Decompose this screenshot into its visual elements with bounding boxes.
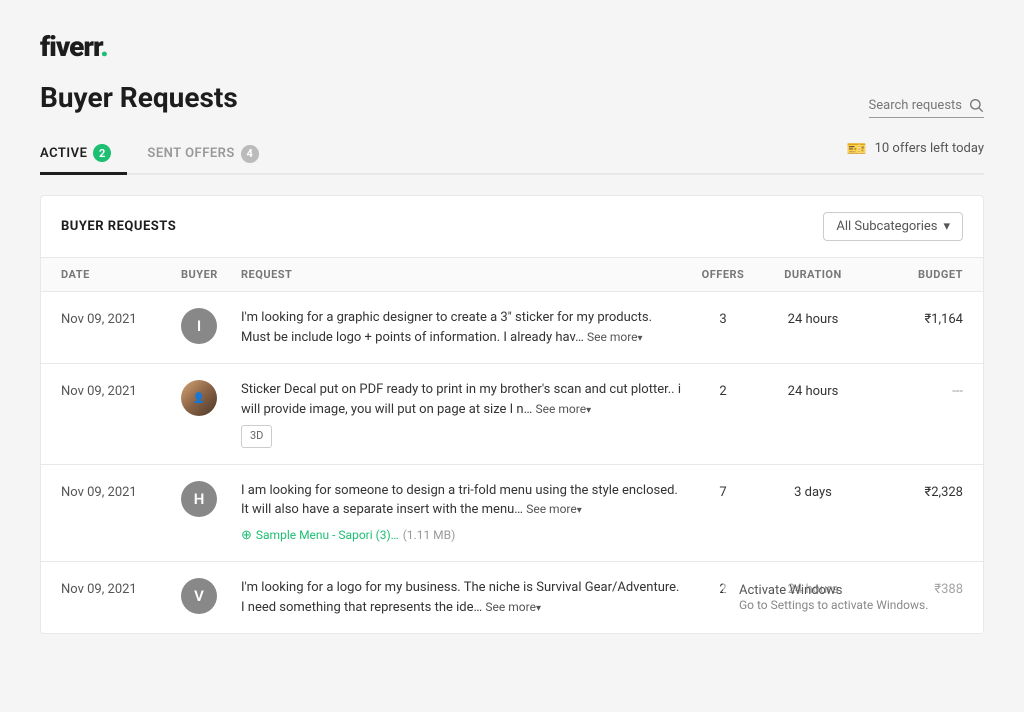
tab-sent-offers[interactable]: SENT OFFERS 4 (147, 135, 274, 175)
row3-request: I am looking for someone to design a tri… (241, 481, 683, 546)
offers-icon: 🎫 (847, 139, 867, 158)
row4-buyer-avatar: V (181, 578, 241, 614)
row4-duration: 24 hours (763, 578, 863, 597)
row1-buyer-avatar: I (181, 308, 241, 344)
row3-duration: 3 days (763, 481, 863, 500)
card-title: BUYER REQUESTS (61, 219, 176, 234)
row1-see-more[interactable]: See more▾ (587, 330, 643, 344)
row1-offers: 3 (683, 308, 763, 327)
row2-tag: 3D (241, 425, 272, 448)
windows-activate-overlay: Activate Windows Go to Settings to activ… (723, 562, 983, 633)
col-request: REQUEST (241, 268, 683, 281)
page-title: Buyer Requests (40, 81, 238, 114)
offers-left-container: 🎫 10 offers left today (847, 139, 984, 168)
row4-budget: ₹388 (863, 578, 963, 597)
row2-budget: --- (863, 380, 963, 399)
row2-see-more[interactable]: See more▾ (536, 402, 592, 416)
main-card: BUYER REQUESTS All Subcategories ▾ DATE … (40, 195, 984, 634)
row4-see-more[interactable]: See more▾ (485, 600, 541, 614)
row1-request: I'm looking for a graphic designer to cr… (241, 308, 683, 347)
col-buyer: BUYER (181, 268, 241, 281)
attachment-icon: ⊕ (241, 526, 252, 546)
row1-duration: 24 hours (763, 308, 863, 327)
tabs-row: ACTIVE 2 SENT OFFERS 4 🎫 10 offers left … (40, 134, 984, 175)
logo-dot: . (100, 30, 107, 63)
row2-request: Sticker Decal put on PDF ready to print … (241, 380, 683, 448)
table-row: Nov 09, 2021 V I'm looking for a logo fo… (41, 562, 983, 633)
chevron-down-icon: ▾ (943, 219, 950, 234)
logo-text: fiverr (40, 30, 100, 63)
table-row: Nov 09, 2021 H I am looking for someone … (41, 465, 983, 563)
row4-date: Nov 09, 2021 (61, 578, 181, 597)
table-header: DATE BUYER REQUEST OFFERS DURATION BUDGE… (41, 258, 983, 292)
offers-left-text: 10 offers left today (875, 141, 984, 156)
avatar: H (181, 481, 217, 517)
search-icon (968, 97, 984, 113)
col-duration: DURATION (763, 268, 863, 281)
row1-budget: ₹1,164 (863, 308, 963, 327)
windows-activate-subtitle: Go to Settings to activate Windows. (739, 598, 967, 612)
subcategory-label: All Subcategories (836, 219, 937, 234)
tab-sent-offers-label: SENT OFFERS (147, 146, 234, 161)
search-box[interactable]: Search requests (869, 97, 984, 118)
row2-offers: 2 (683, 380, 763, 399)
row3-offers: 7 (683, 481, 763, 500)
row2-date: Nov 09, 2021 (61, 380, 181, 399)
avatar: V (181, 578, 217, 614)
col-offers: OFFERS (683, 268, 763, 281)
row3-budget: ₹2,328 (863, 481, 963, 500)
row4-request: I'm looking for a logo for my business. … (241, 578, 683, 617)
logo: fiverr. (40, 30, 984, 63)
tab-active-label: ACTIVE (40, 146, 87, 161)
tab-active[interactable]: ACTIVE 2 (40, 134, 127, 175)
row2-buyer-avatar: 👤 (181, 380, 241, 416)
avatar: I (181, 308, 217, 344)
tab-sent-offers-badge: 4 (241, 145, 259, 163)
row3-see-more[interactable]: See more▾ (526, 502, 582, 516)
col-budget: BUDGET (863, 268, 963, 281)
row3-date: Nov 09, 2021 (61, 481, 181, 500)
subcategory-dropdown[interactable]: All Subcategories ▾ (823, 212, 963, 241)
col-date: DATE (61, 268, 181, 281)
card-header: BUYER REQUESTS All Subcategories ▾ (41, 196, 983, 258)
table-row: Nov 09, 2021 I I'm looking for a graphic… (41, 292, 983, 364)
row4-offers: 2 (683, 578, 763, 597)
tabs-left: ACTIVE 2 SENT OFFERS 4 (40, 134, 295, 173)
avatar: 👤 (181, 380, 217, 416)
row1-date: Nov 09, 2021 (61, 308, 181, 327)
row3-attachment[interactable]: ⊕ Sample Menu - Sapori (3)… (1.11 MB) (241, 526, 683, 546)
tab-active-badge: 2 (93, 144, 111, 162)
row3-buyer-avatar: H (181, 481, 241, 517)
row2-duration: 24 hours (763, 380, 863, 399)
table-row: Nov 09, 2021 👤 Sticker Decal put on PDF … (41, 364, 983, 465)
search-label: Search requests (869, 98, 962, 113)
